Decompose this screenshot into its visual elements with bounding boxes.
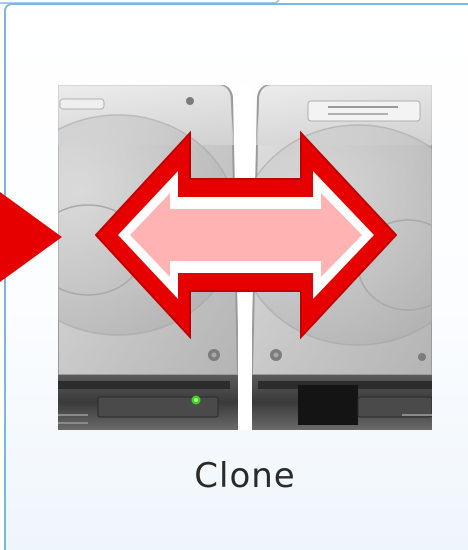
screen: Clone <box>0 0 468 550</box>
pointer-arrow-icon <box>0 192 80 286</box>
clone-label: Clone <box>194 456 296 496</box>
clone-disks-icon <box>58 85 432 430</box>
